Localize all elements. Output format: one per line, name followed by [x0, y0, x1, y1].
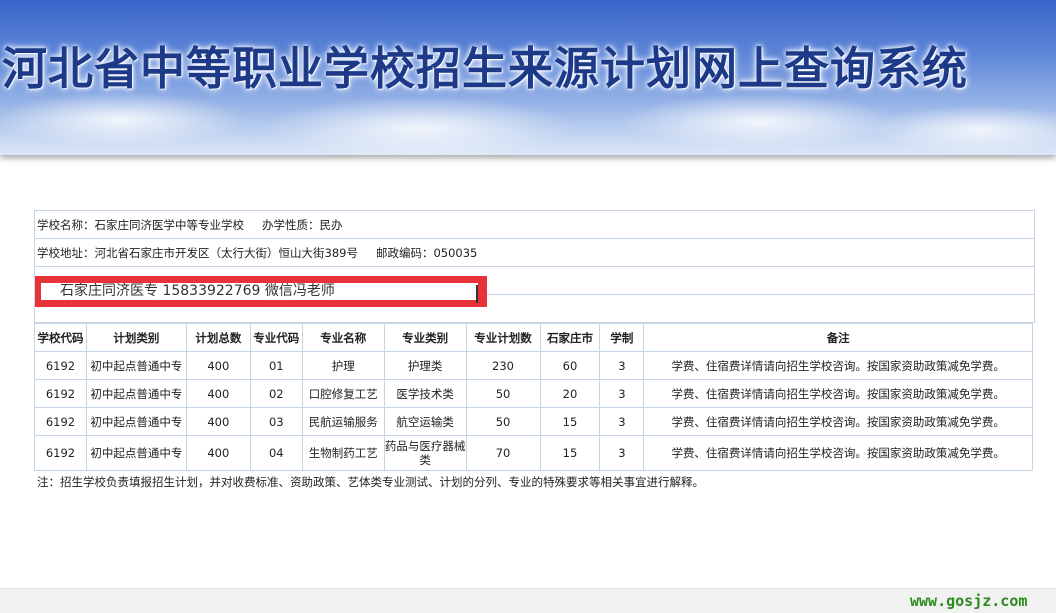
cell-duration: 3	[599, 407, 645, 436]
col-header-shijiazhuang: 石家庄市	[539, 323, 601, 352]
cell-major-name: 民航运输服务	[301, 407, 385, 436]
school-address-row: 学校地址： 河北省石家庄市开发区（太行大街）恒山大街389号 邮政编码： 050…	[35, 239, 1034, 267]
cell-major-plan: 70	[465, 435, 541, 471]
cell-major-code: 02	[249, 379, 303, 408]
site-watermark: www.gosjz.com	[910, 592, 1028, 610]
cell-major-name: 生物制药工艺	[301, 435, 385, 471]
cell-duration: 3	[599, 435, 645, 471]
table-row: 6192 初中起点普通中专 400 01 护理 护理类 230 60 3 学费、…	[34, 351, 1033, 380]
col-header-plan-type: 计划类别	[85, 323, 187, 352]
cell-major-plan: 50	[465, 379, 541, 408]
cell-shijiazhuang: 60	[539, 351, 601, 380]
cell-remarks: 学费、住宿费详情请向招生学校咨询。按国家资助政策减免学费。	[643, 379, 1033, 408]
col-header-school-code: 学校代码	[34, 323, 87, 352]
cell-duration: 3	[599, 379, 645, 408]
system-title: 河北省中等职业学校招生来源计划网上查询系统	[2, 42, 969, 95]
cell-school-code: 6192	[34, 351, 87, 380]
cell-plan-type: 初中起点普通中专	[85, 351, 187, 380]
school-nature-value: 民办	[319, 217, 343, 232]
enrollment-plan-table: 学校代码 计划类别 计划总数 专业代码 专业名称 专业类别 专业计划数 石家庄市…	[34, 323, 1033, 471]
postcode-value: 050035	[433, 245, 478, 260]
cell-major-plan: 230	[465, 351, 541, 380]
cell-remarks: 学费、住宿费详情请向招生学校咨询。按国家资助政策减免学费。	[643, 351, 1033, 380]
school-address-label: 学校地址：	[37, 245, 95, 260]
cell-plan-type: 初中起点普通中专	[85, 407, 187, 436]
cell-duration: 3	[599, 351, 645, 380]
footnote: 注：招生学校负责填报招生计划，并对收费标准、资助政策、艺体类专业测试、计划的分列…	[37, 475, 704, 489]
bottom-toolbar	[0, 588, 1056, 613]
col-header-major-plan: 专业计划数	[465, 323, 541, 352]
cell-plan-total: 400	[185, 379, 251, 408]
cell-school-code: 6192	[34, 435, 87, 471]
cell-major-code: 03	[249, 407, 303, 436]
cell-major-name: 口腔修复工艺	[301, 379, 385, 408]
cell-shijiazhuang: 20	[539, 379, 601, 408]
school-name-label: 学校名称：	[37, 217, 95, 232]
cell-remarks: 学费、住宿费详情请向招生学校咨询。按国家资助政策减免学费。	[643, 435, 1033, 471]
cell-plan-total: 400	[185, 407, 251, 436]
col-header-major-code: 专业代码	[249, 323, 303, 352]
school-name-row: 学校名称： 石家庄同济医学中等专业学校 办学性质： 民办	[35, 211, 1034, 239]
postcode-label: 邮政编码：	[375, 245, 434, 260]
col-header-remarks: 备注	[643, 323, 1033, 352]
table-row: 6192 初中起点普通中专 400 04 生物制药工艺 药品与医疗器械类 70 …	[34, 435, 1033, 471]
cell-plan-total: 400	[185, 435, 251, 471]
overlay-contact-text: 石家庄同济医专 15833922769 微信冯老师	[41, 283, 478, 300]
table-row: 6192 初中起点普通中专 400 03 民航运输服务 航空运输类 50 15 …	[34, 407, 1033, 436]
col-header-major-category: 专业类别	[383, 323, 467, 352]
col-header-major-name: 专业名称	[301, 323, 385, 352]
cell-major-category: 护理类	[383, 351, 467, 380]
school-nature-label: 办学性质：	[262, 217, 320, 232]
cell-school-code: 6192	[34, 407, 87, 436]
school-address-value: 河北省石家庄市开发区（太行大街）恒山大街389号	[94, 245, 358, 260]
cell-major-category: 药品与医疗器械类	[383, 435, 467, 471]
text-cursor	[476, 285, 478, 303]
cell-plan-type: 初中起点普通中专	[85, 435, 187, 471]
table-row: 6192 初中起点普通中专 400 02 口腔修复工艺 医学技术类 50 20 …	[34, 379, 1033, 408]
cell-major-code: 01	[249, 351, 303, 380]
cell-shijiazhuang: 15	[539, 435, 601, 471]
col-header-duration: 学制	[599, 323, 645, 352]
cell-major-name: 护理	[301, 351, 385, 380]
cell-plan-total: 400	[185, 351, 251, 380]
school-name-value: 石家庄同济医学中等专业学校	[94, 217, 245, 232]
cell-school-code: 6192	[34, 379, 87, 408]
cell-major-code: 04	[249, 435, 303, 471]
cell-major-category: 医学技术类	[383, 379, 467, 408]
cell-plan-type: 初中起点普通中专	[85, 379, 187, 408]
cell-shijiazhuang: 15	[539, 407, 601, 436]
cell-major-category: 航空运输类	[383, 407, 467, 436]
cell-remarks: 学费、住宿费详情请向招生学校咨询。按国家资助政策减免学费。	[643, 407, 1033, 436]
col-header-plan-total: 计划总数	[185, 323, 251, 352]
table-header-row: 学校代码 计划类别 计划总数 专业代码 专业名称 专业类别 专业计划数 石家庄市…	[34, 323, 1033, 352]
cell-major-plan: 50	[465, 407, 541, 436]
header-banner: 河北省中等职业学校招生来源计划网上查询系统	[0, 0, 1056, 155]
